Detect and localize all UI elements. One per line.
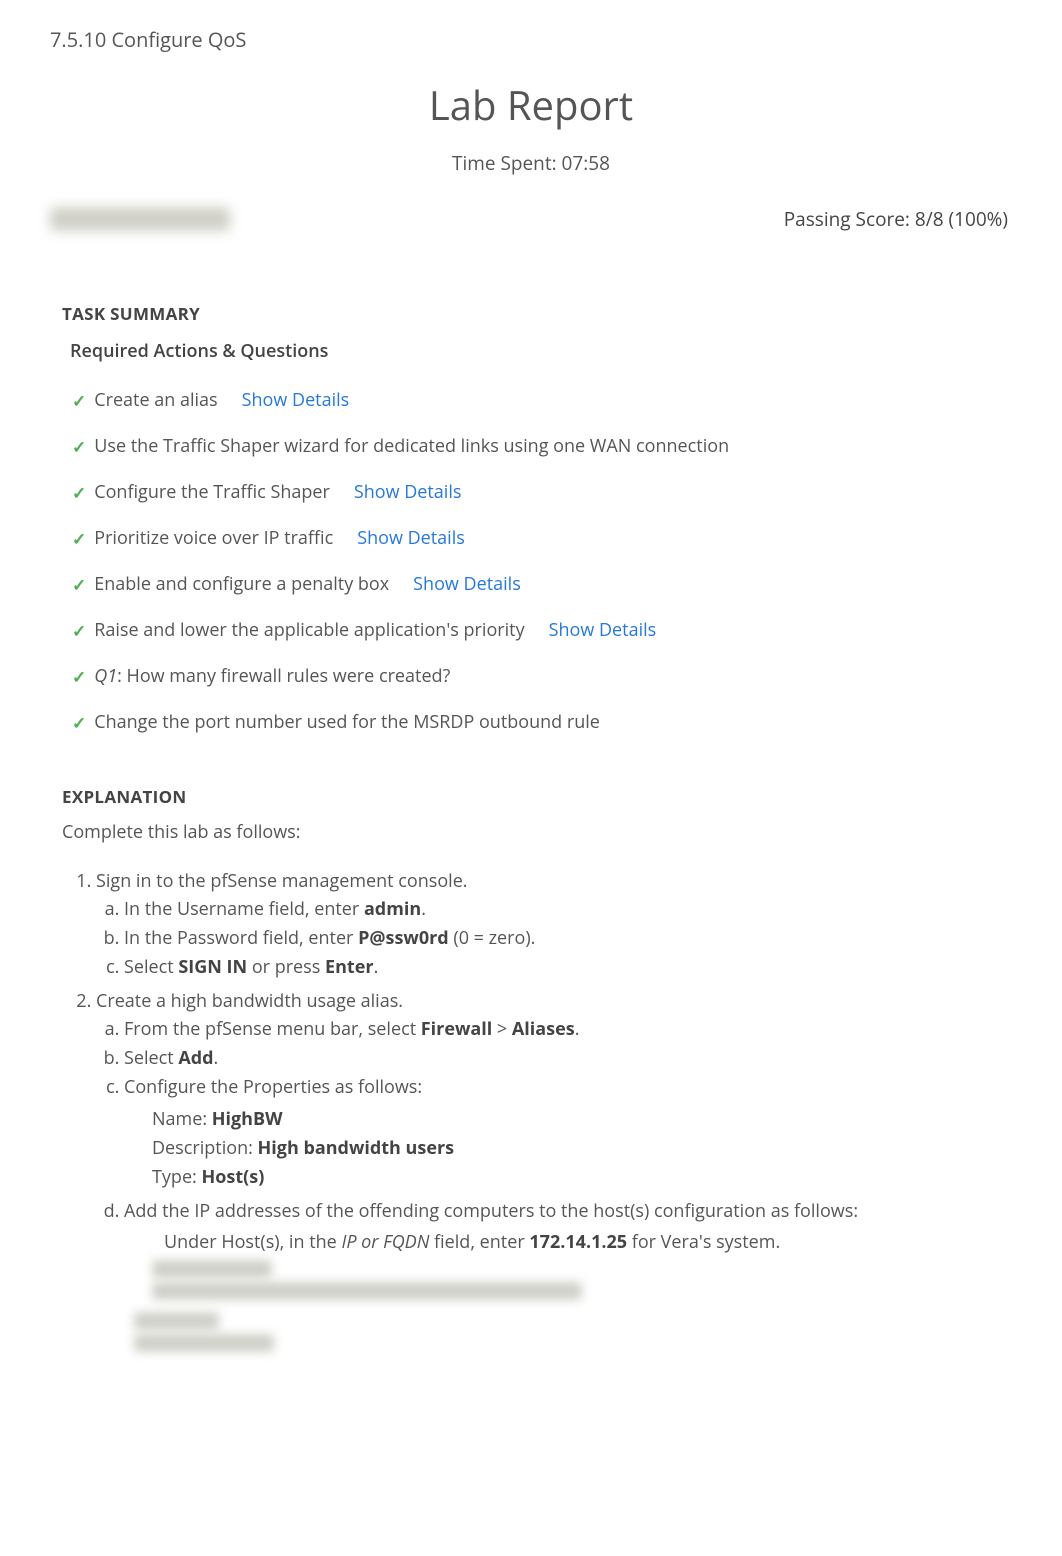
check-icon: ✓ — [72, 619, 86, 642]
check-icon: ✓ — [72, 481, 86, 504]
step-1c: Select SIGN IN or press Enter. — [124, 953, 1062, 982]
step-2c: Configure the Properties as follows: Nam… — [124, 1073, 1062, 1197]
prop-desc: Description: High bandwidth users — [152, 1134, 1062, 1163]
show-details-link[interactable]: Show Details — [413, 572, 521, 596]
explanation-steps: Sign in to the pfSense management consol… — [0, 868, 1062, 1363]
step-1: Sign in to the pfSense management consol… — [96, 868, 1062, 988]
task-row: ✓ Q1: How many firewall rules were creat… — [72, 653, 1018, 699]
task-row: ✓ Prioritize voice over IP traffic Show … — [72, 515, 1018, 561]
task-row: ✓ Enable and configure a penalty box Sho… — [72, 561, 1018, 607]
task-row: ✓ Use the Traffic Shaper wizard for dedi… — [72, 423, 1018, 469]
explanation-heading: EXPLANATION — [0, 745, 1062, 820]
check-icon: ✓ — [72, 573, 86, 596]
blurred-content — [152, 1260, 272, 1278]
task-row: ✓ Change the port number used for the MS… — [72, 699, 1018, 745]
check-icon: ✓ — [72, 435, 86, 458]
step-1a: In the Username field, enter admin. — [124, 895, 1062, 924]
task-text: Create an alias — [94, 388, 217, 412]
required-actions-heading: Required Actions & Questions — [0, 339, 1062, 377]
step-2b: Select Add. — [124, 1044, 1062, 1073]
show-details-link[interactable]: Show Details — [357, 526, 465, 550]
score-blurred — [50, 207, 230, 231]
step-1b: In the Password field, enter P@ssw0rd (0… — [124, 924, 1062, 953]
task-summary-heading: TASK SUMMARY — [0, 302, 1062, 339]
time-spent-label: Time Spent: 07:58 — [0, 150, 1062, 176]
task-list: ✓ Create an alias Show Details ✓ Use the… — [0, 377, 1062, 745]
task-text: Change the port number used for the MSRD… — [94, 710, 600, 734]
breadcrumb: 7.5.10 Configure QoS — [0, 0, 1062, 71]
task-row: ✓ Raise and lower the applicable applica… — [72, 607, 1018, 653]
blurred-content — [134, 1334, 274, 1352]
page-title: Lab Report — [0, 77, 1062, 132]
explanation-intro: Complete this lab as follows: — [0, 820, 1062, 868]
check-icon: ✓ — [72, 711, 86, 734]
step-2d-sub: Under Host(s), in the IP or FQDN field, … — [124, 1229, 1062, 1256]
check-icon: ✓ — [72, 389, 86, 412]
passing-score: Passing Score: 8/8 (100%) — [784, 206, 1008, 232]
question-label: Q1 — [94, 664, 117, 688]
prop-type: Type: Host(s) — [152, 1163, 1062, 1192]
task-row: ✓ Configure the Traffic Shaper Show Deta… — [72, 469, 1018, 515]
show-details-link[interactable]: Show Details — [354, 480, 462, 504]
step-2d: Add the IP addresses of the offending co… — [124, 1197, 1062, 1357]
task-text: Q1: How many firewall rules were created… — [94, 664, 450, 688]
blurred-content — [134, 1312, 219, 1330]
check-icon: ✓ — [72, 527, 86, 550]
task-text: Use the Traffic Shaper wizard for dedica… — [94, 434, 729, 458]
show-details-link[interactable]: Show Details — [242, 388, 350, 412]
task-row: ✓ Create an alias Show Details — [72, 377, 1018, 423]
prop-name: Name: HighBW — [152, 1105, 1062, 1134]
step-2: Create a high bandwidth usage alias. Fro… — [96, 988, 1062, 1363]
task-text: Raise and lower the applicable applicati… — [94, 618, 524, 642]
show-details-link[interactable]: Show Details — [549, 618, 657, 642]
check-icon: ✓ — [72, 665, 86, 688]
step-2a: From the pfSense menu bar, select Firewa… — [124, 1015, 1062, 1044]
task-text: Configure the Traffic Shaper — [94, 480, 330, 504]
task-text: Prioritize voice over IP traffic — [94, 526, 333, 550]
task-text: Enable and configure a penalty box — [94, 572, 389, 596]
blurred-content — [152, 1282, 582, 1300]
